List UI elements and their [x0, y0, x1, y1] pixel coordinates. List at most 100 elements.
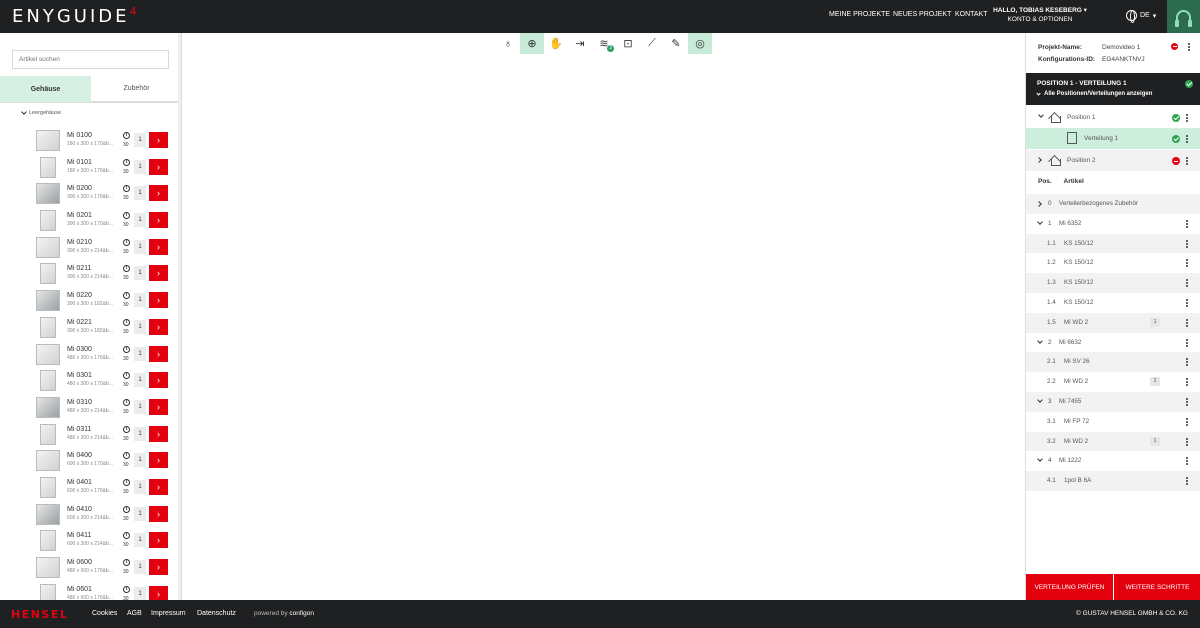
row-menu-icon[interactable]	[1186, 279, 1188, 282]
product-item[interactable]: Mi 0301 480 x 300 x 170&b... i 30 1 ›	[0, 368, 181, 395]
footer-link-datenschutz[interactable]: Datenschutz	[197, 610, 236, 617]
info-icon[interactable]: i	[123, 532, 130, 540]
add-to-configuration-button[interactable]: ›	[149, 452, 168, 469]
hensel-logo[interactable]: HENSEL	[11, 608, 68, 621]
article-group-row[interactable]: 3 Mi 7455	[1026, 392, 1200, 412]
position-row-2[interactable]: Position 2	[1026, 150, 1200, 171]
position-row-1[interactable]: Position 1	[1026, 107, 1200, 128]
add-to-configuration-button[interactable]: ›	[149, 185, 168, 202]
row-menu-icon[interactable]	[1186, 398, 1188, 400]
product-item[interactable]: Mi 0210 300 x 300 x 214&b... i 30 1 ›	[0, 235, 181, 262]
3d-scene[interactable]	[182, 33, 1025, 600]
product-item[interactable]: Mi 0401 600 x 300 x 170&b... i 30 1 ›	[0, 475, 181, 502]
product-thumbnail[interactable]	[40, 583, 56, 600]
product-item[interactable]: Mi 0211 300 x 300 x 214&b... i 30 1 ›	[0, 261, 181, 288]
product-name[interactable]: Mi 0311	[67, 426, 91, 433]
footer-link-impressum[interactable]: Impressum	[151, 610, 186, 617]
product-name[interactable]: Mi 0411	[67, 532, 91, 539]
chevron-right-icon[interactable]	[1036, 201, 1042, 207]
language-selector[interactable]: DE ▾	[1126, 10, 1156, 23]
info-icon[interactable]: i	[123, 585, 130, 593]
add-to-configuration-button[interactable]: ›	[149, 425, 168, 442]
toolbar-fit-screen-button[interactable]: ⊡	[616, 33, 640, 54]
row-menu-icon[interactable]	[1186, 417, 1188, 420]
info-icon[interactable]: i	[123, 318, 130, 326]
scrollbar[interactable]	[178, 33, 181, 600]
chevron-down-icon[interactable]	[1038, 112, 1044, 118]
product-item[interactable]: Mi 0201 300 x 300 x 170&b... i 30 1 ›	[0, 208, 181, 235]
row-menu-icon[interactable]	[1186, 135, 1188, 137]
row-menu-icon[interactable]	[1186, 437, 1188, 440]
toolbar-move-in-button[interactable]: ⇥	[568, 33, 592, 54]
quantity-field[interactable]: 1	[134, 293, 146, 308]
product-name[interactable]: Mi 0101	[67, 159, 92, 166]
info-icon[interactable]: i	[123, 425, 130, 433]
quantity-field[interactable]: 1	[134, 319, 146, 334]
category-leergehaeuse[interactable]: Leergehäuse	[21, 109, 61, 116]
tab-gehaeuse[interactable]: Gehäuse	[0, 76, 91, 102]
product-name[interactable]: Mi 0200	[67, 185, 92, 192]
add-to-configuration-button[interactable]: ›	[149, 158, 168, 175]
article-row[interactable]: 1.4 KS 150/12	[1026, 293, 1200, 313]
position-header[interactable]: POSITION 1 - VERTEILUNG 1 Alle Positione…	[1026, 73, 1200, 105]
powered-by[interactable]: powered by configon	[254, 610, 314, 617]
quantity-field[interactable]: 1	[134, 186, 146, 201]
product-item[interactable]: Mi 0310 480 x 300 x 214&b... i 30 1 ›	[0, 395, 181, 422]
add-to-configuration-button[interactable]: ›	[149, 318, 168, 335]
account-options-link[interactable]: KONTO & OPTIONEN	[984, 15, 1096, 24]
product-thumbnail[interactable]	[36, 557, 60, 578]
article-group-row[interactable]: 2 Mi 6632	[1026, 333, 1200, 353]
add-to-configuration-button[interactable]: ›	[149, 505, 168, 522]
product-name[interactable]: Mi 0310	[67, 399, 92, 406]
product-name[interactable]: Mi 0400	[67, 452, 92, 459]
product-name[interactable]: Mi 0301	[67, 372, 92, 379]
row-menu-icon[interactable]	[1186, 378, 1188, 381]
product-name[interactable]: Mi 0300	[67, 346, 92, 353]
row-menu-icon[interactable]	[1186, 114, 1188, 116]
add-to-configuration-button[interactable]: ›	[149, 132, 168, 148]
quantity-field[interactable]: 1	[134, 266, 146, 281]
product-item[interactable]: Mi 0600 480 x 600 x 170&b... i 30 1 ›	[0, 555, 181, 582]
nav-contact[interactable]: KONTAKT	[955, 11, 988, 18]
article-row[interactable]: 1.3 KS 150/12	[1026, 273, 1200, 293]
chevron-down-icon[interactable]	[1037, 456, 1043, 463]
product-thumbnail[interactable]	[40, 476, 56, 498]
add-to-configuration-button[interactable]: ›	[149, 372, 168, 389]
user-menu[interactable]: HALLO, TOBIAS KESEBERG ▾ KONTO & OPTIONE…	[984, 6, 1096, 24]
product-item[interactable]: Mi 0601 480 x 600 x 170&b... i 30 1 ›	[0, 582, 181, 600]
toolbar-edit-button[interactable]: ✎	[664, 33, 688, 54]
toolbar-target-button[interactable]: ◎	[688, 33, 712, 54]
next-steps-button[interactable]: WEITERE SCHRITTE	[1114, 574, 1200, 600]
distribution-row-1[interactable]: Verteilung 1	[1026, 128, 1200, 149]
row-menu-icon[interactable]	[1186, 239, 1188, 242]
article-row[interactable]: 1.1 KS 150/12	[1026, 233, 1200, 254]
quantity-field[interactable]: 1	[134, 346, 146, 361]
info-icon[interactable]: i	[123, 372, 130, 380]
product-item[interactable]: Mi 0100 180 x 300 x 170&b... i 30 1 ›	[0, 128, 181, 155]
article-row[interactable]: 3.1 Mi FP 72	[1026, 412, 1200, 432]
product-thumbnail[interactable]	[40, 316, 56, 338]
product-item[interactable]: Mi 0410 600 x 300 x 214&b... i 30 1 ›	[0, 502, 181, 529]
footer-link-cookies[interactable]: Cookies	[92, 610, 117, 617]
add-to-configuration-button[interactable]: ›	[149, 212, 168, 229]
check-distribution-button[interactable]: VERTEILUNG PRÜFEN	[1026, 574, 1113, 600]
show-all-positions-toggle[interactable]: Alle Positionen/Verteilungen anzeigen	[1036, 91, 1152, 97]
add-to-configuration-button[interactable]: ›	[149, 478, 168, 495]
project-menu-icon[interactable]	[1188, 43, 1190, 45]
product-name[interactable]: Mi 0601	[67, 586, 92, 593]
row-menu-icon[interactable]	[1186, 318, 1188, 321]
nav-new-project[interactable]: NEUES PROJEKT	[893, 11, 951, 18]
toolbar-layers-button[interactable]: ≋ 3	[592, 33, 616, 54]
product-item[interactable]: Mi 0311 480 x 300 x 214&b... i 30 1 ›	[0, 422, 181, 449]
product-item[interactable]: Mi 0221 300 x 300 x 182&b... i 30 1 ›	[0, 315, 181, 342]
quantity-field[interactable]: 1	[134, 586, 146, 600]
product-thumbnail[interactable]	[36, 343, 60, 365]
info-icon[interactable]: i	[123, 452, 130, 460]
product-name[interactable]: Mi 0600	[67, 559, 92, 566]
product-thumbnail[interactable]	[36, 130, 60, 151]
info-icon[interactable]: i	[123, 398, 130, 406]
product-name[interactable]: Mi 0100	[67, 132, 92, 139]
info-icon[interactable]: i	[123, 132, 130, 139]
article-row[interactable]: 2.1 Mi SV 26	[1026, 352, 1200, 373]
quantity-field[interactable]: 1	[134, 399, 146, 414]
